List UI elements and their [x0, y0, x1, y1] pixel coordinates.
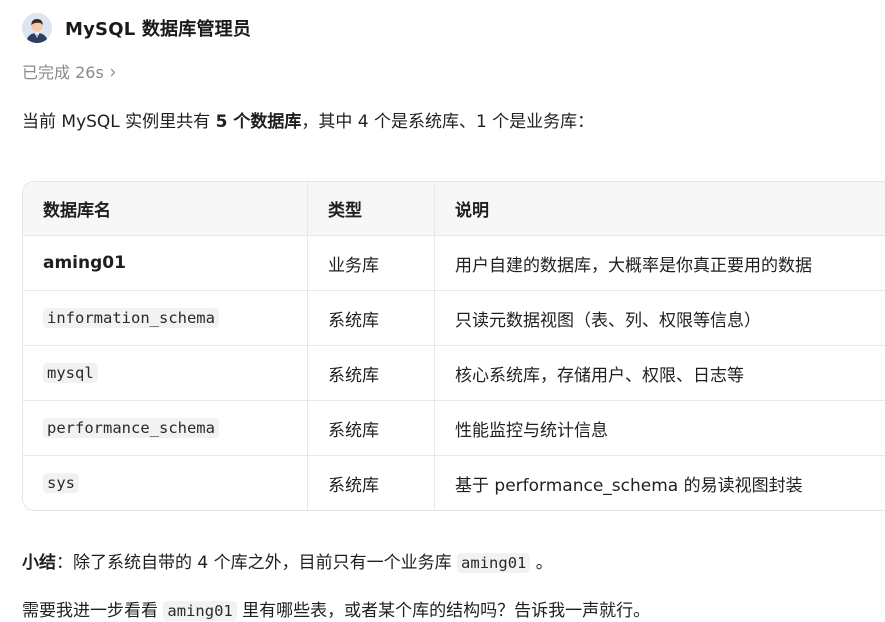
- db-name-code: information_schema: [43, 308, 219, 328]
- summary-label: 小结: [22, 553, 56, 573]
- db-desc-cell: 核心系统库，存储用户、权限、日志等: [434, 345, 885, 401]
- table-header-row: 数据库名 类型 说明: [23, 182, 885, 236]
- db-name-code: performance_schema: [43, 418, 219, 438]
- table-row: aming01 业务库 用户自建的数据库，大概率是你真正要用的数据: [23, 235, 885, 291]
- db-type-cell: 业务库: [307, 235, 435, 291]
- db-name-cell: performance_schema: [23, 400, 308, 456]
- db-desc-cell: 基于 performance_schema 的易读视图封装: [455, 475, 803, 496]
- db-name-cell: information_schema: [23, 290, 308, 346]
- db-type-cell: 系统库: [307, 455, 435, 510]
- database-table: 数据库名 类型 说明 aming01 业务库 用户自建的数据库，大概率是你真正要…: [22, 181, 885, 511]
- db-desc-cell: 性能监控与统计信息: [434, 400, 885, 456]
- followup-paragraph: 需要我进一步看看 aming01 里有哪些表，或者某个库的结构吗？告诉我一声就行…: [22, 596, 650, 621]
- intro-paragraph: 当前 MySQL 实例里共有 5 个数据库，其中 4 个是系统库、1 个是业务库…: [22, 107, 594, 132]
- db-name-cell: mysql: [23, 345, 308, 401]
- table-row: sys 系统库 基于 performance_schema 的易读视图封装: [23, 455, 885, 510]
- db-name-cell: sys: [23, 455, 308, 510]
- db-name-code: sys: [43, 473, 79, 493]
- db-desc-cell: 只读元数据视图（表、列、权限等信息）: [434, 290, 885, 346]
- table-row: performance_schema 系统库 性能监控与统计信息: [23, 400, 885, 456]
- summary-text: ：除了系统自带的 4 个库之外，目前只有一个业务库: [56, 553, 458, 573]
- db-type-cell: 系统库: [307, 345, 435, 401]
- message-header: MySQL 数据库管理员: [22, 13, 251, 43]
- chevron-right-icon: ›: [109, 60, 117, 82]
- db-desc-cell: 用户自建的数据库，大概率是你真正要用的数据: [434, 235, 885, 291]
- intro-suffix: ，其中 4 个是系统库、1 个是业务库：: [301, 112, 595, 132]
- followup-text: 需要我进一步看看: [22, 601, 164, 621]
- db-type-cell: 系统库: [307, 290, 435, 346]
- table-row: information_schema 系统库 只读元数据视图（表、列、权限等信息…: [23, 290, 885, 346]
- table-row: mysql 系统库 核心系统库，存储用户、权限、日志等: [23, 345, 885, 401]
- followup-code: aming01: [163, 601, 237, 621]
- header-type: 类型: [307, 182, 435, 236]
- intro-highlight: 5 个数据库: [215, 112, 302, 132]
- intro-prefix: 当前 MySQL 实例里共有: [22, 112, 216, 132]
- db-type-cell: 系统库: [307, 400, 435, 456]
- summary-paragraph: 小结：除了系统自带的 4 个库之外，目前只有一个业务库 aming01 。: [22, 548, 553, 573]
- header-name: 数据库名: [23, 182, 308, 236]
- status-toggle[interactable]: 已完成 26s ›: [22, 59, 116, 83]
- followup-text-end: 里有哪些表，或者某个库的结构吗？告诉我一声就行。: [236, 601, 651, 621]
- status-label: 已完成 26s: [22, 63, 104, 82]
- agent-name: MySQL 数据库管理员: [65, 19, 252, 40]
- agent-avatar-icon: [22, 13, 52, 43]
- header-desc: 说明: [434, 182, 885, 236]
- db-name-cell: aming01: [23, 235, 308, 291]
- summary-text-end: 。: [530, 553, 553, 573]
- db-name-code: mysql: [43, 363, 98, 383]
- summary-code: aming01: [457, 553, 531, 573]
